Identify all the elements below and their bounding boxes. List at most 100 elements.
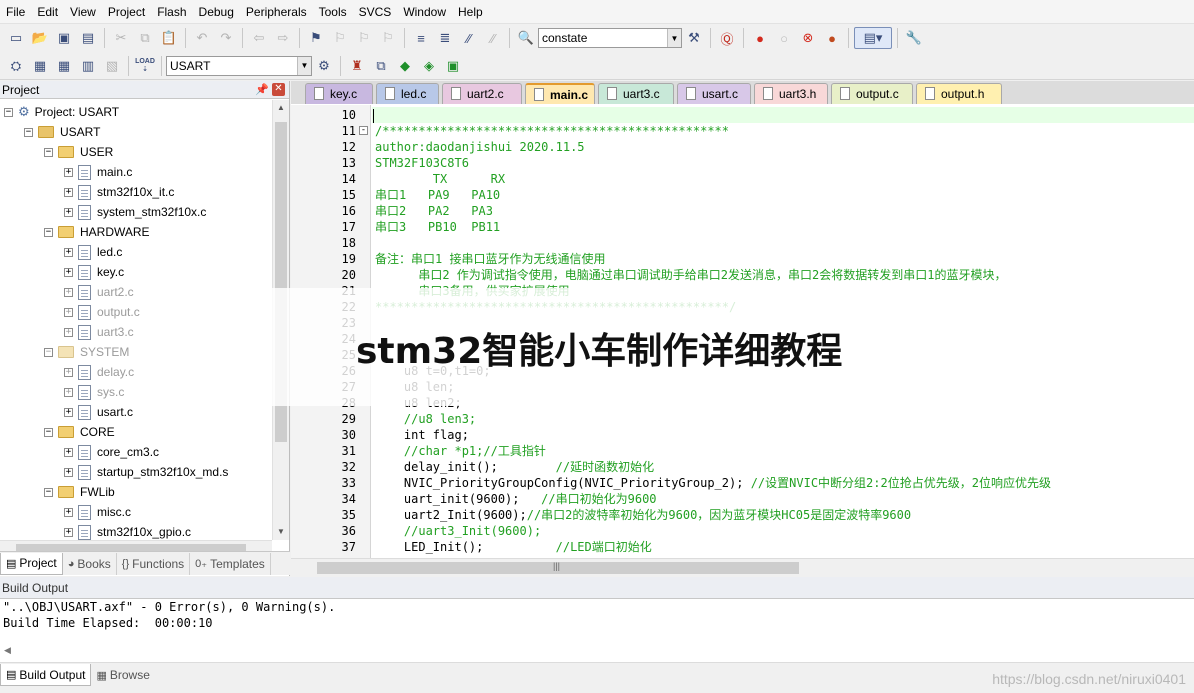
nav-forward-icon[interactable]: ⇨ [272,27,294,49]
disable-breakpoint-icon[interactable]: ○ [773,27,795,49]
expand-toggle-icon[interactable]: − [44,147,53,157]
expand-toggle-icon[interactable]: + [64,307,73,317]
chevron-down-icon[interactable]: ▼ [297,56,311,75]
expand-toggle-icon[interactable]: − [44,487,53,497]
file-tab-uart2-c[interactable]: uart2.c [442,83,522,104]
translate-icon[interactable]: ⛭ [5,55,27,77]
expand-toggle-icon[interactable]: + [64,187,73,197]
expand-toggle-icon[interactable]: + [64,507,73,517]
rebuild-icon[interactable]: ▦ [53,55,75,77]
tree-file[interactable]: + startup_stm32f10x_md.s [64,462,228,482]
tree-file[interactable]: + misc.c [64,502,131,522]
breakpoint-icon[interactable]: ● [749,27,771,49]
comment-icon[interactable]: ⁄⁄ [458,27,480,49]
undo-icon[interactable]: ↶ [191,27,213,49]
tree-group[interactable]: − FWLib [44,482,115,502]
expand-toggle-icon[interactable]: + [64,207,73,217]
target-combo[interactable]: USART ▼ [166,55,312,76]
cut-icon[interactable]: ✂ [110,27,132,49]
prev-bookmark-icon[interactable]: ⚐ [329,27,351,49]
file-tab-usart-c[interactable]: usart.c [677,83,751,104]
find-in-files-icon[interactable]: 🔍 [515,27,537,49]
tree-file[interactable]: + usart.c [64,402,133,422]
menu-window[interactable]: Window [397,0,452,24]
kill-breakpoints-icon[interactable]: ● [821,27,843,49]
tree-file[interactable]: + led.c [64,242,122,262]
tree-file[interactable]: + system_stm32f10x.c [64,202,206,222]
expand-toggle-icon[interactable]: + [64,327,73,337]
tree-file[interactable]: + uart2.c [64,282,134,302]
file-extensions-icon[interactable]: ♜ [346,55,368,77]
menu-tools[interactable]: Tools [313,0,353,24]
window-layout-icon[interactable]: ▤▾ [854,27,892,49]
menu-svcs[interactable]: SVCS [353,0,398,24]
tree-project-root[interactable]: − ⚙ Project: USART [4,102,119,122]
file-tab-key-c[interactable]: key.c [305,83,373,104]
expand-toggle-icon[interactable]: + [64,287,73,297]
chevron-down-icon[interactable]: ▼ [667,29,681,47]
menu-flash[interactable]: Flash [151,0,192,24]
disable-all-breakpoints-icon[interactable]: ⊗ [797,27,819,49]
redo-icon[interactable]: ↷ [215,27,237,49]
uncomment-icon[interactable]: ⁄⁄ [482,27,504,49]
build-icon[interactable]: ▦ [29,55,51,77]
scroll-left-icon[interactable]: ◀ [4,645,11,656]
expand-toggle-icon[interactable]: + [64,447,73,457]
file-tab-output-c[interactable]: output.c [831,83,913,104]
copy-icon[interactable]: ⧉ [134,27,156,49]
tree-file[interactable]: + delay.c [64,362,134,382]
save-all-icon[interactable]: ▤ [77,27,99,49]
expand-toggle-icon[interactable]: − [44,227,53,237]
tree-target[interactable]: − USART [24,122,100,142]
unindent-icon[interactable]: ≣ [434,27,456,49]
next-bookmark-icon[interactable]: ⚐ [353,27,375,49]
target-options-icon[interactable]: ⚙ [313,55,335,77]
tab-books[interactable]: ◕ Books [63,552,117,575]
new-file-icon[interactable]: ▭ [5,27,27,49]
menu-peripherals[interactable]: Peripherals [240,0,313,24]
scroll-down-icon[interactable]: ▼ [273,524,289,540]
tab-browse[interactable]: ▦ Browse [91,664,154,686]
tree-group[interactable]: − USER [44,142,113,162]
tab-project[interactable]: ▤ Project [0,552,63,575]
tree-file[interactable]: + core_cm3.c [64,442,159,462]
menu-help[interactable]: Help [452,0,489,24]
menu-edit[interactable]: Edit [31,0,64,24]
select-packs-icon[interactable]: ◆ [394,55,416,77]
clear-bookmarks-icon[interactable]: ⚐ [377,27,399,49]
expand-toggle-icon[interactable]: + [64,387,73,397]
file-tab-main-c[interactable]: main.c [525,83,595,104]
pin-icon[interactable]: 📌 [255,81,269,99]
tab-functions[interactable]: {} Functions [117,552,191,575]
stop-build-icon[interactable]: ▧ [101,55,123,77]
expand-toggle-icon[interactable]: + [64,467,73,477]
tree-file[interactable]: + key.c [64,262,124,282]
expand-toggle-icon[interactable]: + [64,367,73,377]
file-tab-uart3-c[interactable]: uart3.c [598,83,674,104]
expand-toggle-icon[interactable]: + [64,267,73,277]
open-folder-icon[interactable]: 📂 [29,27,51,49]
manage-components-icon[interactable]: ⧉ [370,55,392,77]
editor-horizontal-scrollbar[interactable]: ||| [291,558,1194,576]
tree-file[interactable]: + sys.c [64,382,124,402]
tree-group[interactable]: − SYSTEM [44,342,129,362]
tree-file[interactable]: + stm32f10x_gpio.c [64,522,191,540]
close-icon[interactable]: ✕ [272,83,285,96]
file-tab-led-c[interactable]: led.c [376,83,439,104]
expand-toggle-icon[interactable]: − [44,427,53,437]
expand-toggle-icon[interactable]: + [64,407,73,417]
bookmark-icon[interactable]: ⚑ [305,27,327,49]
save-icon[interactable]: ▣ [53,27,75,49]
expand-toggle-icon[interactable]: − [24,127,33,137]
tab-build-output[interactable]: ▤ Build Output [0,664,92,686]
menu-file[interactable]: File [0,0,31,24]
menu-view[interactable]: View [64,0,102,24]
tree-file[interactable]: + main.c [64,162,132,182]
nav-back-icon[interactable]: ⇦ [248,27,270,49]
batch-build-icon[interactable]: ▥ [77,55,99,77]
fold-toggle-icon[interactable]: - [359,126,368,135]
expand-toggle-icon[interactable]: − [4,107,13,117]
incremental-find-icon[interactable]: ⚒ [683,27,705,49]
load-icon[interactable]: LOAD ⇣ [134,55,156,77]
find-combo[interactable]: constate ▼ [538,28,682,48]
